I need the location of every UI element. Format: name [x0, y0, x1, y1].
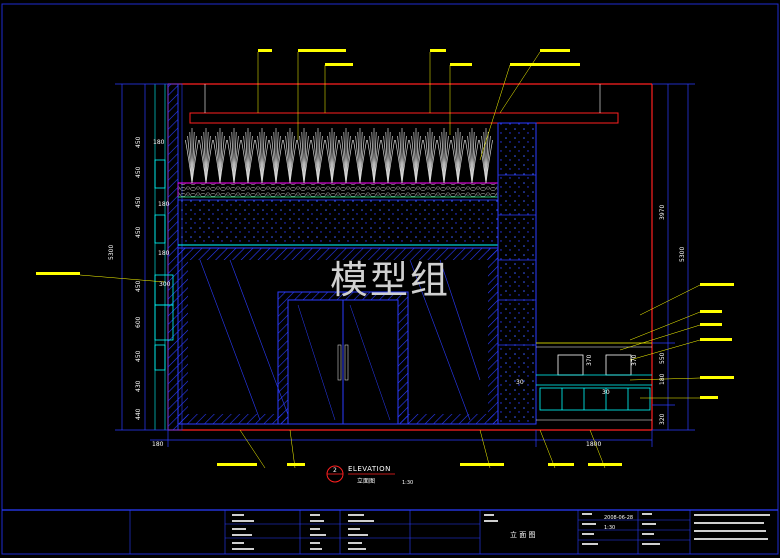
dim-right-seg-2: 320 — [659, 413, 666, 425]
view-scale: 1:30 — [402, 480, 413, 486]
bottom-callouts — [239, 429, 606, 469]
dim-left-overall: 5300 — [108, 245, 115, 260]
dimension-lines-left — [115, 83, 168, 431]
dim-right-seg-1: 180 — [659, 373, 666, 385]
title-block-date: 2008-06-28 — [604, 515, 633, 521]
grass-blade — [201, 135, 207, 184]
grass-blade — [257, 135, 263, 184]
dim-left-small-1: 180 — [158, 201, 170, 208]
dim-left-small-0: 180 — [153, 139, 165, 146]
dim-left-seg-4: 450 — [135, 280, 142, 292]
dim-right-overall: 5300 — [679, 247, 686, 262]
grass-blade — [467, 135, 473, 184]
view-label: 2 ELEVATION 立面图 1:30 — [326, 465, 413, 486]
title-block-drawing-name: 立 面 图 — [510, 530, 535, 539]
view-title: 立面图 — [357, 477, 375, 485]
dim-left-seg-1: 450 — [135, 166, 142, 178]
dimension-text-right: 3970 5300 550 180 320 — [659, 205, 686, 425]
grass-blade — [355, 135, 361, 184]
grass-blade — [313, 135, 319, 184]
grass-blade — [425, 135, 431, 184]
grass-blade — [215, 135, 221, 184]
grass-blade — [369, 135, 375, 184]
grass-blade — [411, 135, 417, 184]
dim-inner-0: 370 — [586, 354, 593, 366]
right-callouts — [619, 283, 734, 399]
view-code: ELEVATION — [348, 465, 391, 473]
grass-blade — [271, 135, 277, 184]
dim-left-seg-5: 600 — [135, 316, 142, 328]
dim-bottom-right: 1800 — [586, 441, 601, 448]
grass-blade — [229, 135, 235, 184]
dimension-lines-bottom — [150, 430, 653, 447]
dimension-text-bottom: 180 1800 — [152, 441, 601, 448]
dim-left-seg-2: 450 — [135, 196, 142, 208]
grass-blade — [383, 135, 389, 184]
double-door — [277, 291, 409, 425]
planter — [177, 127, 499, 198]
dim-left-seg-6: 450 — [135, 350, 142, 362]
grass-blade — [341, 135, 347, 184]
grass-blade — [187, 135, 193, 184]
dim-left-small-3: 300 — [159, 281, 171, 288]
grass-blade — [243, 135, 249, 184]
dim-inner-2: 30 — [516, 379, 524, 386]
title-block: 2008-06-28 1:30 立 面 图 — [2, 509, 778, 554]
watermark: 模型组 — [330, 258, 450, 302]
dim-left-seg-3: 450 — [135, 226, 142, 238]
view-number: 2 — [333, 467, 337, 474]
dim-right-seg-0: 550 — [659, 352, 666, 364]
dimension-text-left: 5300 450 450 450 450 450 600 450 430 440 — [108, 136, 142, 420]
grass-blade — [285, 135, 291, 184]
dim-left-seg-0: 450 — [135, 136, 142, 148]
left-callout — [36, 272, 166, 283]
dim-left-small-2: 180 — [158, 250, 170, 257]
grass-blade — [397, 135, 403, 184]
dim-inner-1: 370 — [631, 354, 638, 366]
dotted-band — [177, 199, 499, 246]
dim-inner-3: 30 — [602, 389, 610, 396]
top-callout-text — [258, 49, 580, 66]
dim-left-seg-8: 440 — [135, 408, 142, 420]
grass-blade — [453, 135, 459, 184]
dim-right-upper: 3970 — [659, 205, 666, 220]
bottom-callout-text — [217, 463, 622, 466]
title-block-scale: 1:30 — [604, 525, 615, 531]
grass-blade — [439, 135, 445, 184]
dim-bottom-left: 180 — [152, 441, 164, 448]
grass-blade — [299, 135, 305, 184]
dim-left-seg-7: 430 — [135, 380, 142, 392]
cad-elevation-drawing: 5300 450 450 450 450 450 600 450 430 440… — [1, 3, 779, 555]
grass-blade — [327, 135, 333, 184]
